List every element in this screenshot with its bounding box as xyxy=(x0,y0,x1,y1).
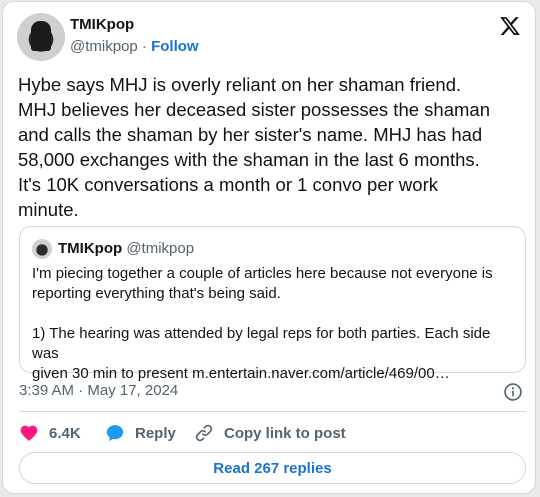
author-handle[interactable]: @tmikpop xyxy=(70,38,138,55)
author-handle-line: @tmikpop · Follow xyxy=(70,38,199,55)
copy-link-label: Copy link to post xyxy=(224,424,346,442)
like-count: 6.4K xyxy=(49,424,81,442)
x-logo-icon[interactable] xyxy=(499,15,521,37)
quoted-post-text: I'm piecing together a couple of article… xyxy=(32,265,493,382)
reply-button[interactable]: Reply xyxy=(105,422,176,444)
author-avatar[interactable] xyxy=(17,13,65,61)
like-button[interactable]: 6.4K xyxy=(19,422,81,444)
quoted-author-handle: @tmikpop xyxy=(126,240,195,257)
post-text: Hybe says MHJ is overly reliant on her s… xyxy=(18,74,490,220)
avatar-figure xyxy=(31,21,51,51)
copy-link-button[interactable]: Copy link to post xyxy=(194,422,346,444)
handle-separator: · xyxy=(137,38,152,55)
reply-label: Reply xyxy=(135,424,176,442)
quoted-author-line: TMIKpop @tmikpop xyxy=(58,240,194,257)
divider xyxy=(19,411,526,412)
speech-bubble-icon xyxy=(106,425,124,442)
heart-icon xyxy=(20,425,38,441)
info-icon[interactable] xyxy=(503,382,523,402)
follow-button[interactable]: Follow xyxy=(151,38,199,55)
quoted-post[interactable]: TMIKpop @tmikpop I'm piecing together a … xyxy=(19,226,526,382)
read-replies-button[interactable]: Read 267 replies xyxy=(19,452,526,484)
embedded-post-card: TMIKpop @tmikpop · Follow Hybe says MHJ … xyxy=(2,1,536,494)
quoted-author-avatar xyxy=(32,239,52,259)
quoted-author-name: TMIKpop xyxy=(58,240,123,257)
author-name[interactable]: TMIKpop xyxy=(70,16,134,33)
post-timestamp[interactable]: 3:39 AM · May 17, 2024 xyxy=(19,382,178,399)
link-icon xyxy=(195,424,213,442)
